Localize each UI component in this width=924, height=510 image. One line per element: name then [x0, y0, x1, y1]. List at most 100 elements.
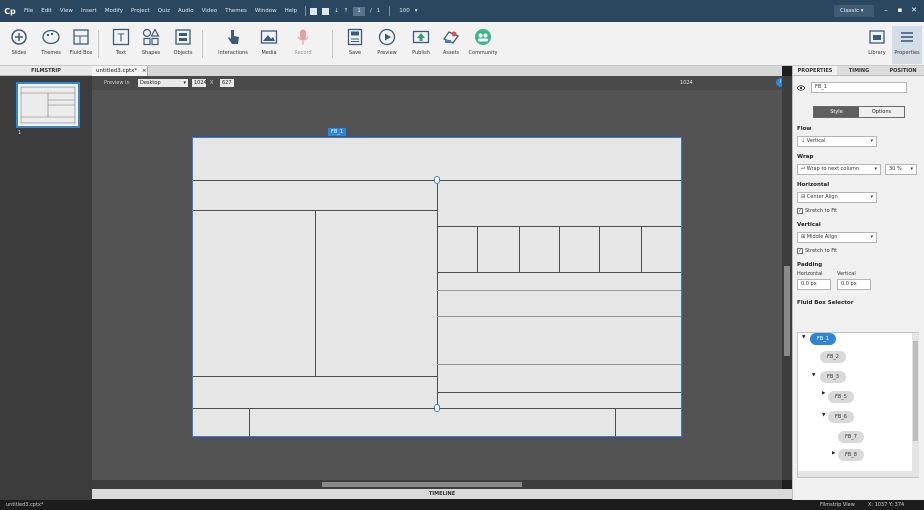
publish-button[interactable]: Publish [406, 26, 436, 64]
tree-collapse-icon[interactable]: ▶ [822, 391, 825, 396]
fluid-box-divider[interactable] [519, 226, 520, 272]
vertical-scroll-thumb[interactable] [784, 266, 790, 356]
tree-node-fb3[interactable]: FB_3 [820, 371, 846, 383]
device-dropdown[interactable]: Desktop ▾ [138, 79, 188, 87]
zoom-value[interactable]: 100 [399, 8, 410, 14]
library-button[interactable]: Library [862, 26, 892, 64]
timeline-bar[interactable]: TIMELINE [92, 489, 792, 499]
record-button[interactable]: Record [288, 26, 318, 64]
properties-button[interactable]: Properties [892, 26, 922, 64]
tree-expand-icon[interactable]: ▼ [802, 335, 805, 340]
slide-thumbnail[interactable] [16, 82, 80, 128]
visibility-eye-icon[interactable] [797, 84, 805, 92]
assets-button[interactable]: Assets [436, 26, 466, 64]
tree-collapse-icon[interactable]: ▶ [832, 451, 835, 456]
tree-node-fb2[interactable]: FB_2 [820, 351, 846, 363]
slides-button[interactable]: Slides [4, 26, 34, 64]
zoom-chevron-icon[interactable]: ▾ [415, 8, 418, 14]
menu-audio[interactable]: Audio [174, 8, 198, 14]
padding-horizontal-field[interactable]: 0.0 px [797, 279, 831, 290]
arrow-down-icon[interactable]: ↓ [334, 8, 339, 14]
fluid-box-divider[interactable] [437, 272, 681, 273]
fluid-box-divider[interactable] [315, 210, 316, 376]
fluid-box-divider[interactable] [437, 316, 681, 317]
tree-node-fb8[interactable]: FB_8 [838, 449, 864, 461]
fluid-box-divider[interactable] [437, 364, 681, 365]
fluid-box-divider[interactable] [559, 226, 560, 272]
menu-quiz[interactable]: Quiz [154, 8, 174, 14]
close-tab-icon[interactable]: × [142, 68, 147, 74]
close-window-icon[interactable]: ✕ [908, 4, 920, 16]
preview-button[interactable]: Preview [372, 26, 402, 64]
minimize-icon[interactable]: – [880, 4, 892, 16]
shapes-button[interactable]: Shapes [136, 26, 166, 64]
fluid-box-divider[interactable] [477, 226, 478, 272]
fluid-box-divider[interactable] [437, 392, 681, 393]
preview-quick-icon[interactable] [322, 7, 330, 15]
tab-timing[interactable]: TIMING [837, 66, 881, 75]
horizontal-align-dropdown[interactable]: ⊟ Center Align ▾ [797, 192, 877, 203]
wrap-dropdown[interactable]: ↩ Wrap to next column ▾ [797, 164, 881, 175]
horizontal-scrollbar[interactable] [92, 480, 782, 489]
save-quick-icon[interactable] [310, 7, 318, 15]
style-segment[interactable]: Style [814, 107, 859, 117]
stretch-vertical-checkbox[interactable]: ✓ Stretch to Fit [797, 248, 837, 254]
vertical-align-dropdown[interactable]: ⊞ Middle Align ▾ [797, 232, 877, 243]
fluid-box-tag[interactable]: FB_1 [328, 128, 346, 136]
interactions-button[interactable]: Interactions [218, 26, 248, 64]
flow-dropdown[interactable]: ⇣ Vertical ▾ [797, 136, 877, 147]
padding-vertical-field[interactable]: 0.0 px [837, 279, 871, 290]
preview-height-field[interactable]: 627 [220, 79, 234, 87]
tab-properties[interactable]: PROPERTIES [793, 66, 837, 75]
tree-node-fb7[interactable]: FB_7 [838, 431, 864, 443]
options-segment[interactable]: Options [859, 107, 904, 117]
tree-horizontal-scrollbar[interactable] [798, 471, 912, 477]
save-button[interactable]: Save [340, 26, 370, 64]
resize-handle[interactable] [434, 404, 440, 412]
arrow-up-icon[interactable]: ↑ [344, 8, 349, 14]
slide-number-field[interactable]: 1 [353, 6, 365, 16]
menu-edit[interactable]: Edit [37, 8, 56, 14]
tab-position[interactable]: POSITION [881, 66, 924, 75]
vertical-scrollbar[interactable] [782, 76, 792, 480]
resize-handle[interactable] [434, 176, 440, 184]
menu-window[interactable]: Window [251, 8, 281, 14]
stretch-horizontal-checkbox[interactable]: ✓ Stretch to Fit [797, 208, 837, 214]
horizontal-scroll-thumb[interactable] [322, 482, 522, 487]
menu-file[interactable]: File [20, 8, 37, 14]
fluid-box-divider[interactable] [615, 408, 616, 436]
menu-insert[interactable]: Insert [77, 8, 101, 14]
tree-expand-icon[interactable]: ▼ [822, 413, 825, 418]
fluid-box-divider[interactable] [437, 290, 681, 291]
slide-canvas[interactable] [192, 137, 682, 437]
community-button[interactable]: Community [468, 26, 498, 64]
preview-width-field[interactable]: 1024 [192, 79, 207, 87]
tree-node-fb5[interactable]: FB_5 [828, 391, 854, 403]
tree-vertical-scrollbar[interactable] [912, 333, 919, 477]
document-tab[interactable]: untitled3.cptx* × [92, 66, 148, 76]
workspace-switcher[interactable]: Classic ▾ [834, 5, 874, 17]
objects-button[interactable]: Objects [168, 26, 198, 64]
fluid-box-divider[interactable] [249, 408, 250, 436]
media-button[interactable]: Media [254, 26, 284, 64]
menu-project[interactable]: Project [127, 8, 154, 14]
menu-modify[interactable]: Modify [101, 8, 127, 14]
tree-node-fb6[interactable]: FB_6 [828, 411, 854, 423]
fluid-box-divider[interactable] [437, 180, 438, 408]
fluid-box-divider[interactable] [599, 226, 600, 272]
tree-node-fb1[interactable]: FB_1 [810, 333, 836, 345]
menu-video[interactable]: Video [198, 8, 221, 14]
fluid-box-divider[interactable] [193, 376, 437, 377]
themes-button[interactable]: Themes [36, 26, 66, 64]
name-field[interactable]: FB_1 [811, 82, 907, 93]
tree-scroll-thumb[interactable] [913, 341, 918, 441]
menu-help[interactable]: Help [281, 8, 302, 14]
menu-themes[interactable]: Themes [221, 8, 251, 14]
fluid-box-button[interactable]: Fluid Box [66, 26, 96, 64]
menu-view[interactable]: View [56, 8, 77, 14]
tree-expand-icon[interactable]: ▼ [812, 373, 815, 378]
text-button[interactable]: T Text [106, 26, 136, 64]
fluid-box-divider[interactable] [641, 226, 642, 272]
wrap-percent-dropdown[interactable]: 30 % ▾ [885, 164, 917, 175]
maximize-icon[interactable]: ▪ [894, 4, 906, 16]
